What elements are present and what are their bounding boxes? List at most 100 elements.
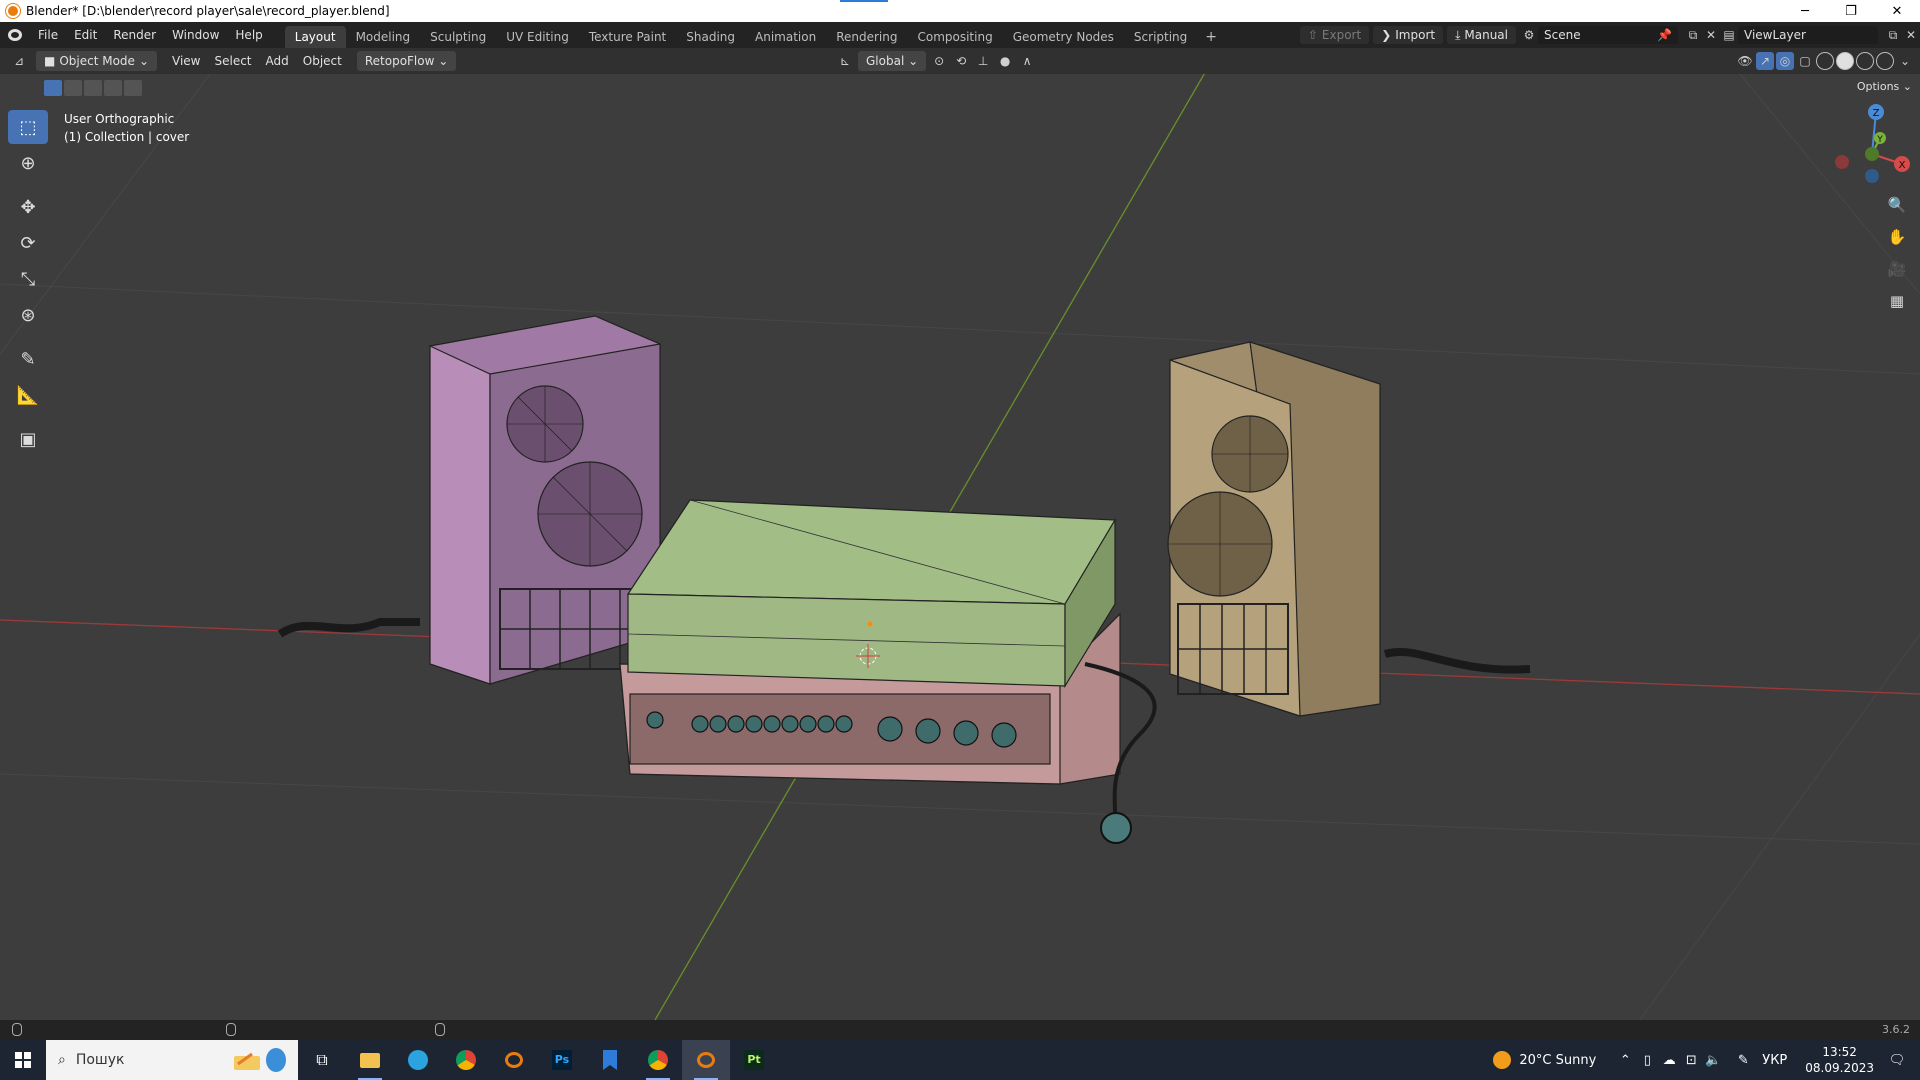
blender-logo-icon[interactable] — [0, 22, 30, 48]
add-workspace-button[interactable]: + — [1197, 26, 1225, 48]
snap-target-icon[interactable]: ⊥ — [974, 52, 992, 70]
new-scene-icon[interactable]: ⧉ — [1684, 26, 1702, 44]
shading-options-icon[interactable]: ⌄ — [1896, 52, 1914, 70]
input-language[interactable]: УКР — [1762, 1053, 1787, 1068]
tab-rendering[interactable]: Rendering — [826, 26, 907, 48]
clock[interactable]: 13:52 08.09.2023 — [1805, 1044, 1874, 1076]
tab-uv-editing[interactable]: UV Editing — [496, 26, 579, 48]
orientation-dropdown[interactable]: Global ⌄ — [858, 51, 927, 71]
pen-icon[interactable]: ✎ — [1732, 1053, 1754, 1068]
scale-tool-icon[interactable]: ⤡ — [8, 262, 48, 296]
maximize-button[interactable]: ❐ — [1828, 0, 1874, 22]
material-shading-button[interactable] — [1856, 52, 1874, 70]
export-button[interactable]: ⇧ Export — [1299, 26, 1370, 44]
rendered-shading-button[interactable] — [1876, 52, 1894, 70]
menu-edit[interactable]: Edit — [66, 22, 105, 48]
scene-selector-icon[interactable]: ⚙ — [1520, 26, 1538, 44]
view-layer-field[interactable]: ViewLayer — [1738, 26, 1878, 44]
solid-shading-button[interactable] — [1836, 52, 1854, 70]
menu-add[interactable]: Add — [259, 54, 296, 68]
select-subtract-icon[interactable] — [84, 80, 102, 96]
tab-texture-paint[interactable]: Texture Paint — [579, 26, 676, 48]
annotate-tool-icon[interactable]: ✎ — [8, 342, 48, 376]
file-explorer-icon[interactable] — [346, 1040, 394, 1080]
substance-painter-icon[interactable]: Pt — [730, 1040, 778, 1080]
rotate-tool-icon[interactable]: ⟳ — [8, 226, 48, 260]
move-tool-icon[interactable]: ✥ — [8, 190, 48, 224]
mode-dropdown[interactable]: ■ Object Mode ⌄ — [36, 51, 157, 71]
camera-icon[interactable]: 🎥 — [1884, 256, 1910, 282]
tab-shading[interactable]: Shading — [676, 26, 745, 48]
minimize-button[interactable]: ─ — [1782, 0, 1828, 22]
pin-icon[interactable]: 📌 — [1657, 26, 1672, 44]
select-invert-icon[interactable] — [104, 80, 122, 96]
proportional-edit-icon[interactable]: ● — [996, 52, 1014, 70]
view-layer-selector-icon[interactable]: ▤ — [1720, 26, 1738, 44]
add-cube-tool-icon[interactable]: ▣ — [8, 422, 48, 456]
network-icon[interactable]: ⊡ — [1680, 1053, 1702, 1068]
measure-tool-icon[interactable]: 📐 — [8, 378, 48, 412]
weather-sun-icon[interactable] — [1493, 1051, 1512, 1069]
3d-viewport[interactable]: Options ⌄ ⬚ ⊕ ✥ ⟳ ⤡ ⊛ ✎ 📐 ▣ User Orthogr… — [0, 74, 1920, 1020]
zoom-icon[interactable]: 🔍 — [1884, 192, 1910, 218]
select-new-icon[interactable] — [44, 80, 62, 96]
tab-geometry-nodes[interactable]: Geometry Nodes — [1003, 26, 1124, 48]
search-icon: ⌕ — [58, 1052, 66, 1068]
gizmo-toggle-icon[interactable]: ↗ — [1756, 52, 1774, 70]
top-bar: File Edit Render Window Help Layout Mode… — [0, 22, 1920, 48]
menu-window[interactable]: Window — [164, 22, 227, 48]
blender-active-icon[interactable] — [682, 1040, 730, 1080]
close-button[interactable]: ✕ — [1874, 0, 1920, 22]
snap-icon[interactable]: ⟲ — [952, 52, 970, 70]
retopoflow-dropdown[interactable]: RetopoFlow ⌄ — [356, 51, 457, 71]
overlay-toggle-icon[interactable]: ◎ — [1776, 52, 1794, 70]
pan-hand-icon[interactable]: ✋ — [1884, 224, 1910, 250]
chrome-icon[interactable] — [442, 1040, 490, 1080]
tab-modeling[interactable]: Modeling — [346, 26, 421, 48]
task-view-icon[interactable]: ⧉ — [298, 1040, 346, 1080]
start-button[interactable] — [0, 1040, 46, 1080]
taskbar-search[interactable]: ⌕ Пошук — [46, 1040, 298, 1080]
blender-taskbar-icon[interactable] — [490, 1040, 538, 1080]
volume-icon[interactable]: 🔈 — [1702, 1053, 1724, 1068]
select-extend-icon[interactable] — [64, 80, 82, 96]
bookmark-app-icon[interactable] — [586, 1040, 634, 1080]
photoshop-icon[interactable]: Ps — [538, 1040, 586, 1080]
notifications-icon[interactable]: 🗨 — [1886, 1053, 1908, 1068]
delete-scene-icon[interactable]: ✕ — [1702, 26, 1720, 44]
wireframe-shading-button[interactable] — [1816, 52, 1834, 70]
telegram-icon[interactable] — [394, 1040, 442, 1080]
grid-ortho-icon[interactable]: ▦ — [1884, 288, 1910, 314]
select-box-tool-icon[interactable]: ⬚ — [8, 110, 48, 144]
onedrive-icon[interactable]: ☁ — [1658, 1053, 1680, 1068]
import-button[interactable]: ❯ Import — [1373, 26, 1444, 44]
meet-now-icon[interactable]: ▯ — [1636, 1053, 1658, 1068]
transform-tool-icon[interactable]: ⊛ — [8, 298, 48, 332]
xray-toggle-icon[interactable]: ▢ — [1796, 52, 1814, 70]
visibility-icon[interactable]: 👁 — [1736, 52, 1754, 70]
weather-text[interactable]: 20°C Sunny — [1519, 1053, 1596, 1068]
tab-animation[interactable]: Animation — [745, 26, 826, 48]
pivot-point-icon[interactable]: ⊙ — [930, 52, 948, 70]
select-intersect-icon[interactable] — [124, 80, 142, 96]
editor-type-icon[interactable]: ⊿ — [10, 52, 28, 70]
new-view-layer-icon[interactable]: ⧉ — [1884, 26, 1902, 44]
tab-compositing[interactable]: Compositing — [907, 26, 1002, 48]
chrome-active-icon[interactable] — [634, 1040, 682, 1080]
chevron-up-icon[interactable]: ⌃ — [1614, 1053, 1636, 1068]
manual-button[interactable]: ⤓ Manual — [1447, 26, 1516, 44]
tab-scripting[interactable]: Scripting — [1124, 26, 1197, 48]
tab-sculpting[interactable]: Sculpting — [420, 26, 496, 48]
cursor-tool-icon[interactable]: ⊕ — [8, 146, 48, 180]
menu-render[interactable]: Render — [105, 22, 164, 48]
falloff-icon[interactable]: ∧ — [1018, 52, 1036, 70]
navigation-gizmo[interactable]: Z X Y — [1820, 88, 1920, 198]
tab-layout[interactable]: Layout — [284, 26, 346, 48]
menu-view[interactable]: View — [165, 54, 207, 68]
scene-field[interactable]: Scene 📌 — [1538, 26, 1678, 44]
menu-help[interactable]: Help — [227, 22, 270, 48]
menu-object[interactable]: Object — [296, 54, 349, 68]
menu-select[interactable]: Select — [207, 54, 258, 68]
menu-file[interactable]: File — [30, 22, 66, 48]
delete-view-layer-icon[interactable]: ✕ — [1902, 26, 1920, 44]
